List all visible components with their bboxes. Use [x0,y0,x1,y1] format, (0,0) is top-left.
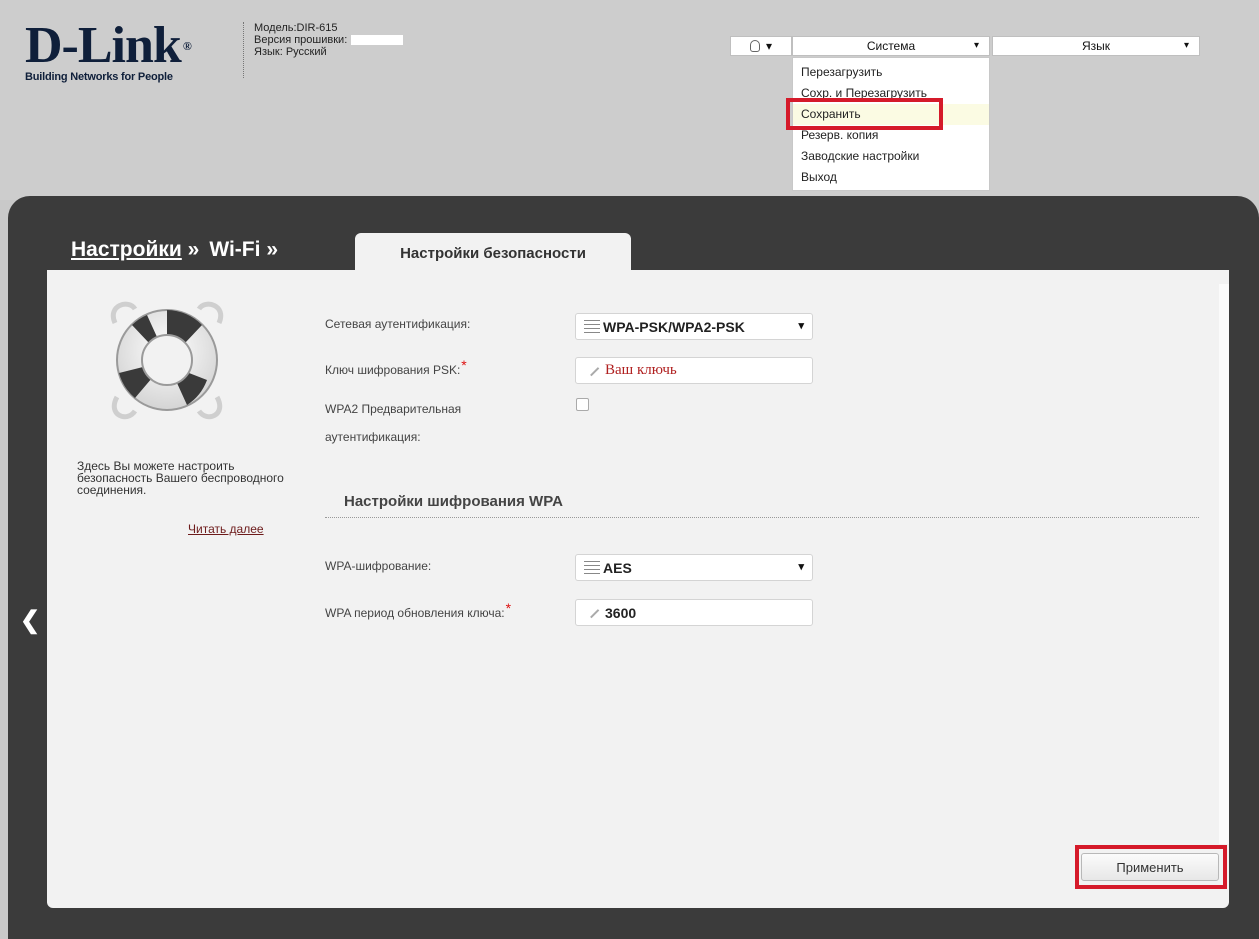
system-menu-button[interactable]: Система ▾ [792,36,990,56]
menu-item-save[interactable]: Сохранить [793,104,989,125]
section-divider [325,517,1199,518]
auth-label: Сетевая аутентификация: [325,317,471,331]
auth-select-value: WPA-PSK/WPA2-PSK [603,318,745,335]
back-arrow-icon[interactable]: ❮ [20,606,40,635]
firmware-redacted [351,35,404,46]
menu-item-logout[interactable]: Выход [793,167,989,188]
chevron-down-icon: ▾ [1183,40,1189,51]
language-info: Язык: Русский [254,46,327,58]
breadcrumb: Настройки » Wi-Fi » [71,238,278,262]
menu-item-reboot[interactable]: Перезагрузить [793,62,989,83]
logo-text: D-Link [25,17,182,74]
scrollbar[interactable] [1219,284,1229,844]
section-description: Здесь Вы можете настроить безопасность В… [77,459,284,497]
tips-menu-button[interactable]: ▾ [730,36,792,56]
chevron-down-icon: ▾ [798,561,804,573]
breadcrumb-settings[interactable]: Настройки » [71,238,199,262]
breadcrumb-wifi-label: Wi-Fi [209,238,261,261]
section-title: Настройки шифрования WPA [344,493,563,510]
chevron-down-icon: ▾ [798,320,804,332]
pencil-icon [583,602,600,619]
breadcrumb-separator: » [187,238,200,261]
system-dropdown: Перезагрузить Сохр. и Перезагрузить Сохр… [792,57,990,191]
preauth-label-1: WPA2 Предварительная [325,402,462,416]
language-menu-label: Язык [1081,39,1111,53]
rekey-label-row: WPA период обновления ключа:* [325,600,511,625]
enc-select-value: AES [603,559,632,576]
menu-item-save-reboot[interactable]: Сохр. и Перезагрузить [793,83,989,104]
chevron-down-icon: ▾ [765,39,773,53]
breadcrumb-separator: » [266,238,278,261]
rekey-input[interactable]: 3600 [575,599,813,626]
device-info: Модель:DIR-615 Версия прошивки: Язык: Ру… [243,22,404,78]
enc-select[interactable]: AES ▾ [575,554,813,581]
chevron-down-icon: ▾ [973,40,979,51]
psk-input[interactable]: Ваш ключь [575,357,813,384]
enc-label: WPA-шифрование: [325,559,432,573]
psk-label: Ключ шифрования PSK: [325,363,461,377]
list-icon [584,320,600,333]
psk-input-value: Ваш ключь [605,362,677,378]
breadcrumb-settings-label: Настройки [71,238,182,261]
header: D-Link ® Building Networks for People Мод… [0,0,1259,200]
list-icon [584,561,600,574]
rekey-input-value: 3600 [605,604,637,621]
breadcrumb-wifi[interactable]: Wi-Fi » [209,238,278,262]
menu-item-backup[interactable]: Резерв. копия [793,125,989,146]
auth-select[interactable]: WPA-PSK/WPA2-PSK ▾ [575,313,813,340]
dlink-logo: D-Link ® Building Networks for People [25,20,192,84]
lifebuoy-icon [110,301,224,420]
tab-label: Настройки безопасности [400,244,586,262]
logo-tagline: Building Networks for People [25,71,173,83]
system-menu-label: Система [866,39,916,53]
menu-item-factory-reset[interactable]: Заводские настройки [793,146,989,167]
rekey-label: WPA период обновления ключа: [325,606,505,620]
language-menu-button[interactable]: Язык ▾ [992,36,1200,56]
required-mark: * [505,600,512,616]
read-more-link[interactable]: Читать далее [188,522,264,536]
psk-label-row: Ключ шифрования PSK:* [325,357,467,382]
firmware-label: Версия прошивки: [254,34,348,46]
required-mark: * [461,357,467,373]
apply-button[interactable]: Применить [1081,853,1219,881]
preauth-checkbox[interactable] [576,398,589,411]
pencil-icon [583,360,600,377]
lightbulb-icon [749,40,760,52]
tab-security-settings[interactable]: Настройки безопасности [355,233,631,273]
model-text: Модель:DIR-615 [254,22,338,34]
firmware-row: Версия прошивки: [254,34,404,46]
preauth-label-2: аутентификация: [325,430,421,444]
logo-reg-mark: ® [182,39,192,53]
